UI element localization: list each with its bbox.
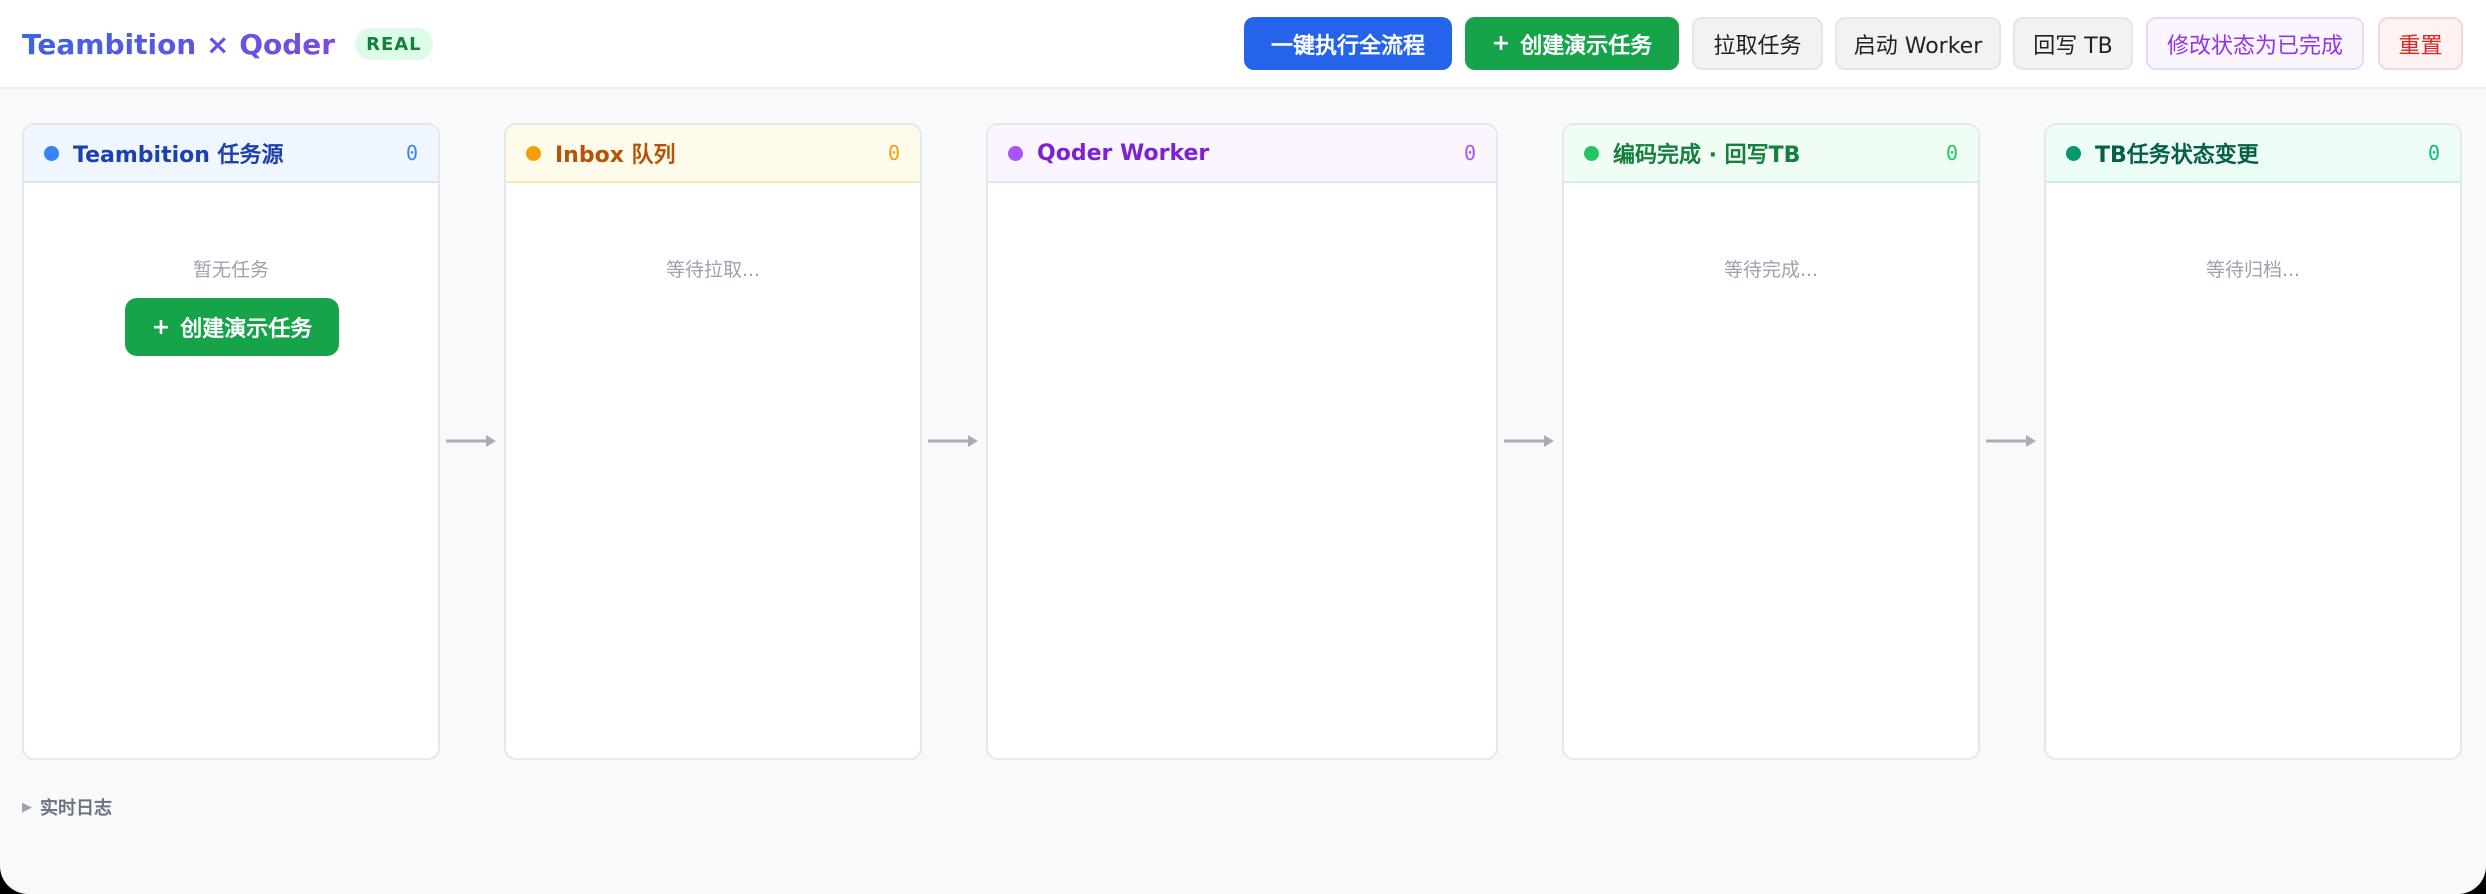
realtime-log-label: 实时日志 (40, 798, 112, 819)
status-dot (1008, 145, 1023, 161)
top-bar: Teambition × Qoder REAL 一键执行全流程 + 创建演示任务… (0, 0, 2486, 89)
column-teambition-source: Teambition 任务源 0 暂无任务 + 创建演示任务 (22, 123, 440, 760)
empty-state-text: 等待拉取... (665, 259, 761, 281)
status-dot (1584, 145, 1599, 161)
status-dot (526, 145, 541, 161)
column-header: TB任务状态变更 0 (2046, 125, 2460, 183)
run-all-button[interactable]: 一键执行全流程 (1244, 17, 1452, 70)
column-header: Qoder Worker 0 (988, 125, 1496, 183)
mark-done-button[interactable]: 修改状态为已完成 (2146, 17, 2364, 70)
column-title: 编码完成 · 回写TB (1613, 143, 1801, 168)
empty-state-text: 等待完成... (1723, 259, 1819, 281)
write-back-tb-button[interactable]: 回写 TB (2013, 17, 2133, 70)
column-title: Inbox 队列 (555, 143, 676, 168)
arrow-right-icon (1504, 435, 1554, 447)
disclosure-triangle-icon: ▶ (22, 799, 32, 815)
empty-state-text: 暂无任务 (192, 259, 269, 281)
column-count: 0 (405, 141, 418, 165)
write-back-tb-label: 回写 TB (2033, 33, 2113, 59)
column-header: Inbox 队列 0 (506, 125, 920, 183)
start-worker-label: 启动 Worker (1853, 33, 1983, 59)
mark-done-label: 修改状态为已完成 (2166, 33, 2343, 59)
column-title: Qoder Worker (1037, 140, 1210, 166)
arrow-right-icon (1986, 435, 2036, 447)
column-inbox-queue: Inbox 队列 0 等待拉取... (504, 123, 922, 760)
realtime-log-toggle[interactable]: ▶ 实时日志 (22, 794, 112, 820)
app-window: Teambition × Qoder REAL 一键执行全流程 + 创建演示任务… (0, 0, 2486, 894)
run-all-label: 一键执行全流程 (1270, 33, 1425, 59)
column-header: Teambition 任务源 0 (24, 125, 438, 183)
column-count: 0 (1945, 141, 1958, 165)
status-dot (44, 145, 59, 161)
arrow-right-icon (928, 435, 978, 447)
create-demo-task-label: 创建演示任务 (1520, 33, 1653, 59)
mode-badge: REAL (355, 28, 433, 60)
empty-state-text: 等待归档... (2205, 259, 2301, 281)
reset-button[interactable]: 重置 (2378, 17, 2463, 70)
create-demo-task-inline-button[interactable]: + 创建演示任务 (125, 298, 339, 356)
start-worker-button[interactable]: 启动 Worker (1835, 17, 2001, 70)
pull-tasks-button[interactable]: 拉取任务 (1692, 17, 1823, 70)
column-header: 编码完成 · 回写TB 0 (1564, 125, 1978, 183)
brand: Teambition × Qoder REAL (22, 24, 433, 64)
column-count: 0 (2427, 141, 2440, 165)
arrow-right-icon (446, 435, 496, 447)
create-demo-task-button[interactable]: + 创建演示任务 (1465, 17, 1679, 70)
reset-label: 重置 (2398, 33, 2443, 59)
plus-icon: + (1491, 31, 1511, 56)
column-coding-done-writeback: 编码完成 · 回写TB 0 等待完成... (1562, 123, 1980, 760)
status-dot (2066, 145, 2081, 161)
column-count: 0 (1463, 141, 1476, 165)
column-tb-status-change: TB任务状态变更 0 等待归档... (2044, 123, 2462, 760)
column-title: Teambition 任务源 (73, 143, 284, 168)
pull-tasks-label: 拉取任务 (1713, 33, 1802, 59)
column-title: TB任务状态变更 (2095, 143, 2259, 168)
column-qoder-worker: Qoder Worker 0 (986, 123, 1498, 760)
column-count: 0 (887, 141, 900, 165)
create-demo-task-inline-label: 创建演示任务 (180, 317, 313, 342)
app-title: Teambition × Qoder (22, 27, 336, 61)
plus-icon: + (151, 314, 171, 340)
